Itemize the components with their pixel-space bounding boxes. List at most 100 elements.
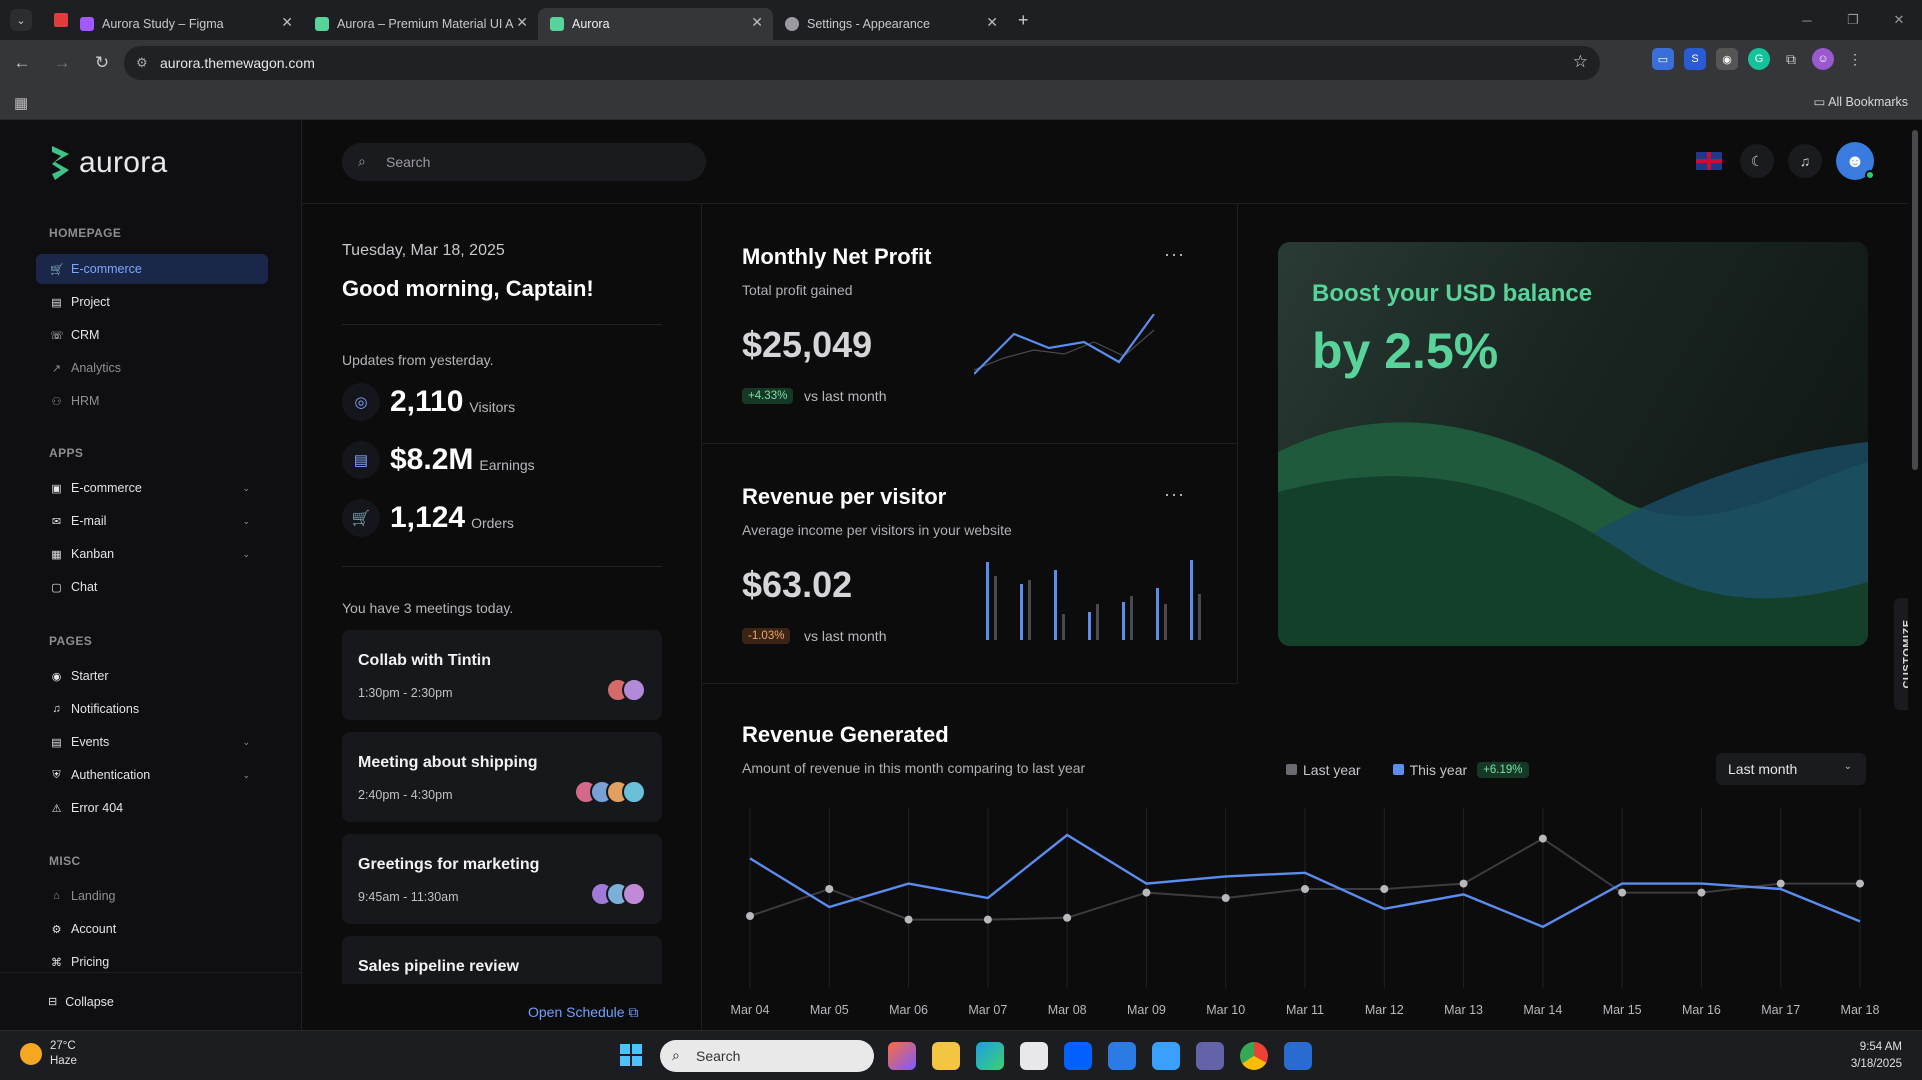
sidebar-item-account[interactable]: ⚙ Account	[36, 914, 268, 944]
legend-this-year[interactable]: This year	[1392, 762, 1467, 778]
promo-banner[interactable]: Boost your USD balance by 2.5%	[1278, 242, 1868, 646]
theme-toggle-icon[interactable]: ☾	[1740, 144, 1774, 178]
sidebar-item-events[interactable]: ▤ Events ⌄	[36, 727, 268, 757]
uk-flag-icon[interactable]	[1696, 152, 1722, 170]
page-scrollbar[interactable]	[1908, 120, 1922, 1030]
stat-value: 2,110	[390, 385, 464, 418]
legend-swatch	[1392, 764, 1404, 775]
extension-icon[interactable]: S	[1684, 48, 1706, 70]
x-tick-label: Mar 15	[1603, 1003, 1642, 1017]
sidebar-item-landing[interactable]: ⌂ Landing	[36, 881, 268, 911]
legend-last-year[interactable]: Last year	[1286, 762, 1361, 778]
sidebar-item-analytics[interactable]: ↗ Analytics	[36, 353, 268, 383]
meeting-card[interactable]: Collab with Tintin 1:30pm - 2:30pm	[342, 630, 662, 720]
sidebar-item-apps-ecommerce[interactable]: ▣ E-commerce ⌄	[36, 473, 268, 503]
sidebar-item-error-404[interactable]: ⚠ Error 404	[36, 793, 268, 823]
close-tab-icon[interactable]: ✕	[281, 14, 293, 31]
bell-icon[interactable]: ♫	[1788, 144, 1822, 178]
x-tick-label: Mar 17	[1761, 1003, 1800, 1017]
minimize-icon[interactable]: ─	[1784, 0, 1830, 40]
data-point-last-year	[1063, 913, 1072, 922]
sidebar-item-notifications[interactable]: ♫ Notifications	[36, 694, 268, 724]
meeting-title: Greetings for marketing	[358, 856, 540, 873]
sidebar-item-starter[interactable]: ◉ Starter	[36, 661, 268, 691]
browser-tab[interactable]: Aurora Study – Figma ✕	[68, 8, 303, 40]
profile-icon[interactable]: ☺	[1812, 48, 1834, 70]
weather-desc: Haze	[50, 1055, 77, 1067]
sidebar-item-authentication[interactable]: ⛨ Authentication ⌄	[36, 760, 268, 790]
forward-icon[interactable]: →	[44, 45, 80, 81]
puzzle-icon[interactable]: ⧉	[1780, 48, 1802, 70]
search-placeholder: Search	[386, 154, 431, 170]
sidebar-item-kanban[interactable]: ▦ Kanban ⌄	[36, 539, 268, 569]
period-select[interactable]: Last month ⌄	[1716, 753, 1866, 785]
profit-sparkline	[974, 314, 1155, 375]
app-icon[interactable]	[1152, 1042, 1180, 1070]
stat-visitors: ◎ 2,110 Visitors	[342, 380, 515, 424]
aurora-dashboard: aurora HOMEPAGE 🛒 E-commerce ▤ Project ☏ CR…	[0, 120, 1922, 1030]
pinned-tab-icon[interactable]	[54, 13, 68, 27]
sidebar-item-crm[interactable]: ☏ CRM	[36, 320, 268, 350]
more-options-icon[interactable]: ···	[1164, 244, 1185, 265]
topbar-actions: ☾ ♫ ☻	[1696, 142, 1875, 180]
address-bar[interactable]: ⚙ aurora.themewagon.com ☆	[124, 46, 1600, 80]
menu-icon[interactable]: ⋮	[1844, 48, 1866, 70]
bookmark-star-icon[interactable]: ☆	[1573, 52, 1588, 72]
reload-icon[interactable]: ↻	[84, 45, 120, 81]
chrome-icon[interactable]	[1240, 1042, 1268, 1070]
search-input[interactable]: ⌕ Search	[342, 143, 706, 181]
search-icon: ⌕	[358, 153, 366, 169]
sidebar-item-email[interactable]: ✉ E-mail ⌄	[36, 506, 268, 536]
grammarly-icon[interactable]: G	[1748, 48, 1770, 70]
weather-widget[interactable]: 27°C Haze	[20, 1039, 77, 1069]
back-icon[interactable]: ←	[4, 45, 40, 81]
mail-icon: ✉	[51, 515, 62, 528]
sidebar-item-hrm[interactable]: ⚇ HRM	[36, 386, 268, 416]
extension-icon[interactable]: ▭	[1652, 48, 1674, 70]
open-schedule-link[interactable]: Open Schedule ⧉	[528, 1004, 638, 1021]
taskbar-search[interactable]: ⌕ Search	[660, 1040, 874, 1072]
close-tab-icon[interactable]: ✕	[986, 14, 998, 31]
browser-tab-active[interactable]: Aurora ✕	[538, 8, 773, 40]
restore-icon[interactable]: ❐	[1830, 0, 1876, 40]
collapse-button[interactable]: ⊟ Collapse	[0, 972, 302, 1030]
copilot-icon[interactable]	[888, 1042, 916, 1070]
close-tab-icon[interactable]: ✕	[751, 14, 763, 31]
teams-icon[interactable]	[1196, 1042, 1224, 1070]
meeting-card[interactable]: Sales pipeline review	[342, 936, 662, 984]
sidebar-item-label: Pricing	[71, 955, 110, 969]
section-title-homepage: HOMEPAGE	[49, 226, 122, 240]
file-explorer-icon[interactable]	[932, 1042, 960, 1070]
sidebar-item-project[interactable]: ▤ Project	[36, 287, 268, 317]
weather-temp: 27°C	[50, 1040, 76, 1052]
sidebar-item-chat[interactable]: ▢ Chat	[36, 572, 268, 602]
new-tab-icon[interactable]: +	[1018, 10, 1029, 31]
all-bookmarks-button[interactable]: ▭ All Bookmarks	[1814, 94, 1908, 109]
store-icon[interactable]	[1020, 1042, 1048, 1070]
scrollbar-thumb[interactable]	[1912, 130, 1918, 470]
meeting-card[interactable]: Meeting about shipping 2:40pm - 4:30pm	[342, 732, 662, 822]
close-window-icon[interactable]: ✕	[1876, 0, 1922, 40]
logo[interactable]: aurora	[49, 144, 168, 182]
system-clock[interactable]: 9:54 AM 3/18/2025	[1851, 1039, 1902, 1073]
sidebar-item-label: Kanban	[71, 547, 115, 561]
apps-grid-icon[interactable]: ▦	[14, 94, 28, 112]
camera-icon[interactable]: ◉	[1716, 48, 1738, 70]
stat-label: Orders	[471, 515, 514, 531]
browser-tab[interactable]: Settings - Appearance ✕	[773, 8, 1008, 40]
tab-search-icon[interactable]: ⌄	[10, 9, 32, 31]
section-title-misc: MISC	[49, 854, 81, 868]
windows-start-icon[interactable]	[620, 1044, 642, 1066]
edge-icon[interactable]	[976, 1042, 1004, 1070]
photos-icon[interactable]	[1284, 1042, 1312, 1070]
more-options-icon[interactable]: ···	[1164, 484, 1185, 505]
data-point-last-year	[1618, 888, 1627, 897]
browser-tab[interactable]: Aurora – Premium Material UI A ✕	[303, 8, 538, 40]
sidebar-item-ecommerce[interactable]: 🛒 E-commerce	[36, 254, 268, 284]
close-tab-icon[interactable]: ✕	[516, 14, 528, 31]
avatar[interactable]: ☻	[1836, 142, 1875, 180]
meeting-card[interactable]: Greetings for marketing 9:45am - 11:30am	[342, 834, 662, 924]
dropbox-icon[interactable]	[1064, 1042, 1092, 1070]
app-icon[interactable]	[1108, 1042, 1136, 1070]
site-info-icon[interactable]: ⚙	[136, 55, 148, 71]
